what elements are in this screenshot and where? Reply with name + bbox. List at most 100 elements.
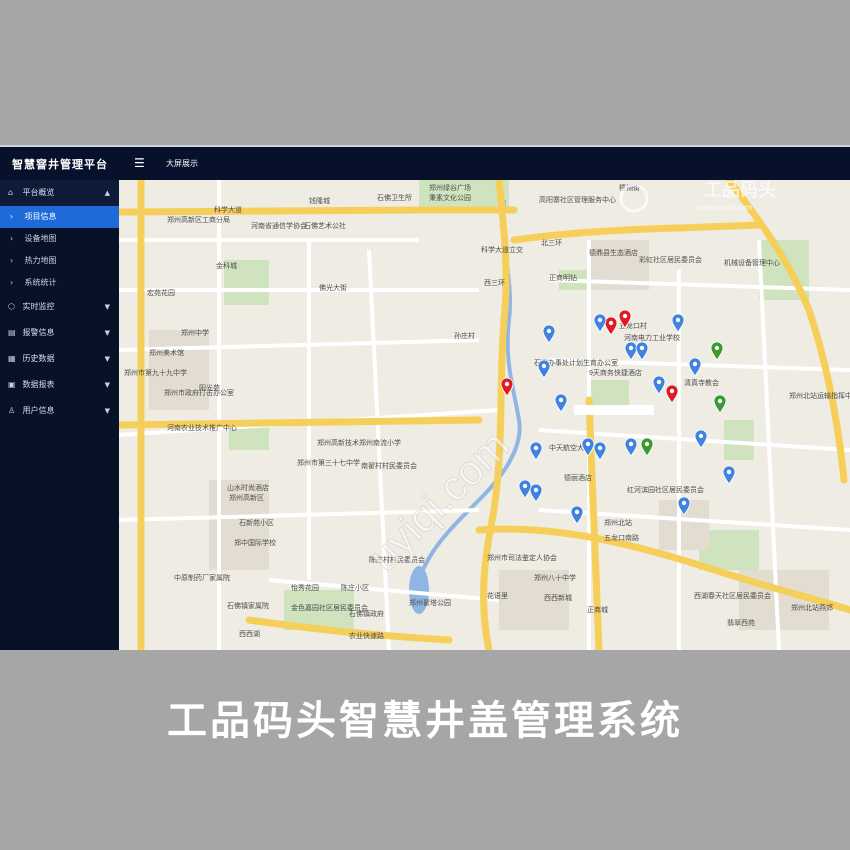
map-label: 农业快速路: [349, 631, 384, 640]
map-label: 红河滨园社区居民委员会: [627, 485, 704, 494]
map-label: 秉素文化公园: [429, 193, 471, 202]
map-label: 郑州绿谷广场: [429, 183, 471, 192]
marker-dot: [574, 509, 580, 515]
marker-dot: [714, 345, 720, 351]
blue-device-marker-icon[interactable]: [652, 375, 666, 395]
blue-device-marker-icon[interactable]: [593, 441, 607, 461]
green-device-marker-icon[interactable]: [640, 437, 654, 457]
nav-group-alarm-info[interactable]: ▤ 报警信息 ▼: [0, 320, 119, 346]
chevron-down-icon: ▼: [104, 407, 110, 415]
map-label: 郑州高新技术郑州南流小学: [317, 438, 401, 447]
map-label: 河南农业技术推广中心: [167, 423, 237, 432]
red-device-marker-icon[interactable]: [604, 316, 618, 336]
map-label: 清真寺教会: [684, 378, 719, 387]
marker-dot: [597, 445, 603, 451]
blue-device-marker-icon[interactable]: [688, 357, 702, 377]
sidebar-item-label: 热力地图: [24, 256, 57, 265]
blue-device-marker-icon[interactable]: [529, 483, 543, 503]
blue-device-marker-icon[interactable]: [542, 324, 556, 344]
marker-dot: [656, 379, 662, 385]
blue-device-marker-icon[interactable]: [694, 429, 708, 449]
map-label: 佛光大街: [319, 283, 347, 292]
nav-group-data-report[interactable]: ▣ 数据报表 ▼: [0, 372, 119, 398]
map-label: 郑州市第三十七中学: [297, 458, 360, 467]
marker-dot: [681, 500, 687, 506]
map-label: 山水时尚酒店: [227, 483, 269, 492]
map-label: 陈庄小区: [341, 583, 369, 592]
history-icon: ▦: [8, 354, 16, 363]
sidebar-item-project-info[interactable]: › 项目信息: [0, 206, 119, 228]
map-label: 郑州市第九十九中学: [124, 368, 187, 377]
blue-device-marker-icon[interactable]: [635, 341, 649, 361]
map-canvas[interactable]: 科学大道 钱隆城 郑州绿谷广场 秉素文化公园 石佛卫生所 郑州高新区工商分局 河…: [119, 180, 850, 650]
sidebar-item-heat-map[interactable]: › 热力地图: [0, 250, 119, 272]
marker-dot: [533, 487, 539, 493]
home-icon: ⌂: [8, 188, 14, 197]
blue-device-marker-icon[interactable]: [593, 313, 607, 333]
red-device-marker-icon[interactable]: [665, 384, 679, 404]
blue-device-marker-icon[interactable]: [529, 441, 543, 461]
map-label: 西西新城: [544, 593, 572, 602]
green-device-marker-icon[interactable]: [713, 394, 727, 414]
big-screen-link[interactable]: 大屏展示: [166, 158, 198, 169]
nav-group-user-info[interactable]: ♙ 用户信息 ▼: [0, 398, 119, 424]
app-title: 智慧窨井管理平台: [12, 158, 108, 171]
map-label: 郑州八十中学: [534, 573, 576, 582]
chevron-right-icon: ›: [10, 212, 14, 221]
marker-dot: [597, 317, 603, 323]
sidebar-item-label: 系统统计: [24, 278, 57, 287]
nav-group-overview[interactable]: ⌂ 平台概览 ▲: [0, 180, 119, 206]
device-map[interactable]: 科学大道 钱隆城 郑州绿谷广场 秉素文化公园 石佛卫生所 郑州高新区工商分局 河…: [119, 180, 850, 650]
marker-dot: [669, 388, 675, 394]
marker-dot: [717, 398, 723, 404]
hamburger-icon[interactable]: ☰: [134, 156, 145, 170]
blue-device-marker-icon[interactable]: [624, 341, 638, 361]
chevron-down-icon: ▼: [104, 381, 110, 389]
nav-group-overview-label: 平台概览: [22, 188, 55, 197]
blue-device-marker-icon[interactable]: [722, 465, 736, 485]
nav-group-history-data[interactable]: ▦ 历史数据 ▼: [0, 346, 119, 372]
nav-group-label: 历史数据: [22, 354, 55, 363]
nav-group-label: 用户信息: [22, 406, 55, 415]
map-label: 机械设备管理中心: [724, 258, 780, 267]
cube-icon: ⬡: [8, 302, 15, 311]
sidebar-item-device-map[interactable]: › 设备地图: [0, 228, 119, 250]
chevron-down-icon: ▼: [104, 355, 110, 363]
nav-group-realtime-monitor[interactable]: ⬡ 实时监控 ▼: [0, 294, 119, 320]
map-label: 郑州北站燕郊: [791, 603, 833, 612]
user-icon: ♙: [8, 406, 16, 415]
map-label: 9天商务快捷酒店: [589, 368, 642, 377]
blue-device-marker-icon[interactable]: [518, 479, 532, 499]
map-label: 郑州中学: [181, 328, 209, 337]
map-label: 宏苑花园: [147, 288, 175, 297]
map-label: 西西湖: [239, 629, 260, 638]
blue-device-marker-icon[interactable]: [537, 359, 551, 379]
nav-group-label: 数据报表: [22, 380, 55, 389]
map-label: 彩虹社区居民委员会: [639, 255, 702, 264]
sidebar-item-system-stats[interactable]: › 系统统计: [0, 272, 119, 294]
map-label: 五龙口南路: [604, 533, 639, 542]
map-label: 孙庄村: [454, 331, 475, 340]
map-label: 河南电力工业学校: [624, 333, 680, 342]
nav-group-label: 实时监控: [22, 302, 55, 311]
map-blank-label: [574, 405, 654, 415]
blue-device-marker-icon[interactable]: [570, 505, 584, 525]
map-label: 南翟村村民委员会: [361, 461, 417, 470]
marker-dot: [644, 441, 650, 447]
blue-device-marker-icon[interactable]: [671, 313, 685, 333]
marker-dot: [585, 441, 591, 447]
app-window: 智慧窨井管理平台 ☰ 大屏展示 ⌂ 平台概览 ▲ › 项目信息 › 设备地图 ›…: [0, 145, 850, 650]
marker-dot: [726, 469, 732, 475]
map-label: 花语里: [487, 591, 508, 600]
brand-name: 工品码头: [704, 180, 776, 200]
map-label: 科学大道: [214, 205, 242, 214]
marker-dot: [504, 381, 510, 387]
green-device-marker-icon[interactable]: [710, 341, 724, 361]
blue-device-marker-icon[interactable]: [554, 393, 568, 413]
blue-device-marker-icon[interactable]: [624, 437, 638, 457]
marker-dot: [546, 328, 552, 334]
map-label: 北三环: [541, 239, 562, 247]
report-icon: ▣: [8, 380, 16, 389]
sidebar-item-label: 设备地图: [24, 234, 57, 243]
map-label: 德丽酒店: [564, 473, 592, 482]
